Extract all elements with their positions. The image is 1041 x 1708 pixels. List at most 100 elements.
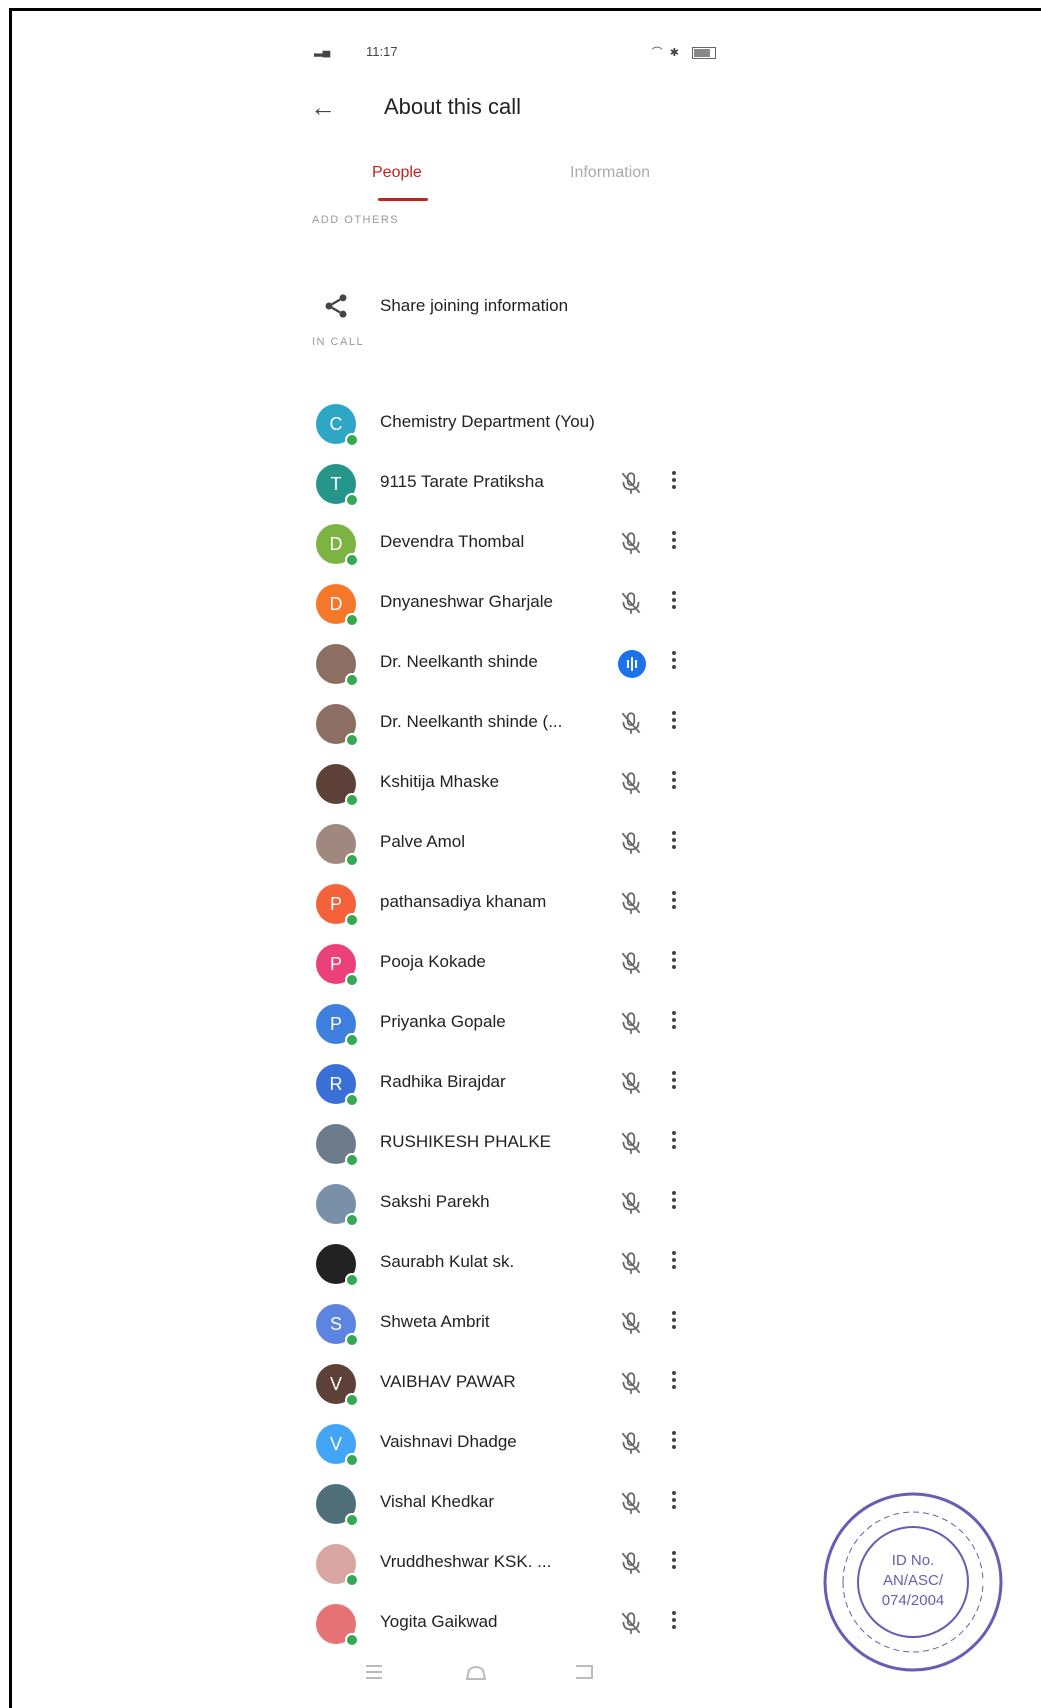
participant-name: Dnyaneshwar Gharjale — [380, 592, 553, 611]
more-options-icon[interactable] — [666, 588, 682, 618]
participant-name: Shweta Ambrit — [380, 1312, 490, 1331]
participant-row[interactable]: V VAIBHAV PAWAR — [300, 1358, 730, 1418]
participant-name: Vaishnavi Dhadge — [380, 1432, 517, 1451]
participant-row[interactable]: P Priyanka Gopale — [300, 998, 730, 1058]
participant-row[interactable]: D Devendra Thombal — [300, 518, 730, 578]
mic-off-icon — [621, 592, 641, 614]
mic-off-icon — [621, 1072, 641, 1094]
participant-row[interactable]: T 9115 Tarate Pratiksha — [300, 458, 730, 518]
svg-text:AN/ASC/: AN/ASC/ — [883, 1572, 944, 1589]
participant-name: Vruddheshwar KSK. ... — [380, 1552, 552, 1571]
tab-bar: People Information — [300, 148, 730, 201]
back-nav-icon[interactable] — [572, 1662, 596, 1682]
online-status-dot — [345, 733, 359, 747]
participant-row[interactable]: Saurabh Kulat sk. — [300, 1238, 730, 1298]
more-options-icon[interactable] — [666, 1548, 682, 1578]
participant-row[interactable]: C Chemistry Department (You) — [300, 398, 730, 458]
participant-row[interactable]: R Radhika Birajdar — [300, 1058, 730, 1118]
more-options-icon[interactable] — [666, 1068, 682, 1098]
online-status-dot — [345, 1273, 359, 1287]
tab-information[interactable]: Information — [570, 164, 650, 182]
participant-row[interactable]: Yogita Gaikwad — [300, 1598, 730, 1658]
participant-name: Chemistry Department (You) — [380, 412, 595, 431]
participant-row[interactable]: Dr. Neelkanth shinde (... — [300, 698, 730, 758]
more-options-icon[interactable] — [666, 1608, 682, 1638]
speaking-indicator-icon — [618, 650, 646, 678]
more-options-icon[interactable] — [666, 528, 682, 558]
participant-name: Saurabh Kulat sk. — [380, 1252, 515, 1271]
more-options-icon[interactable] — [666, 1428, 682, 1458]
tab-people[interactable]: People — [372, 164, 422, 182]
participant-row[interactable]: Dr. Neelkanth shinde — [300, 638, 730, 698]
more-options-icon[interactable] — [666, 1308, 682, 1338]
mic-off-icon — [621, 892, 641, 914]
online-status-dot — [345, 1093, 359, 1107]
more-options-icon[interactable] — [666, 768, 682, 798]
more-options-icon[interactable] — [666, 648, 682, 678]
phone-screen: ▂▄ 11:17 ⌒ ✱ ← About this call People In… — [300, 30, 730, 1700]
participant-row[interactable]: RUSHIKESH PHALKE — [300, 1118, 730, 1178]
online-status-dot — [345, 853, 359, 867]
mic-off-icon — [621, 1372, 641, 1394]
participant-row[interactable]: D Dnyaneshwar Gharjale — [300, 578, 730, 638]
app-header: ← About this call — [300, 88, 730, 128]
mic-off-icon — [621, 952, 641, 974]
status-bar: ▂▄ 11:17 ⌒ ✱ — [314, 44, 716, 64]
mic-off-icon — [621, 1312, 641, 1334]
mic-off-icon — [621, 1492, 641, 1514]
menu-nav-icon[interactable] — [362, 1662, 386, 1682]
mic-off-icon — [621, 712, 641, 734]
participant-name: Priyanka Gopale — [380, 1012, 506, 1031]
participant-row[interactable]: Sakshi Parekh — [300, 1178, 730, 1238]
participant-row[interactable]: Palve Amol — [300, 818, 730, 878]
online-status-dot — [345, 1213, 359, 1227]
online-status-dot — [345, 913, 359, 927]
online-status-dot — [345, 553, 359, 567]
share-joining-info-item[interactable]: Share joining information — [300, 292, 730, 332]
mic-off-icon — [621, 1612, 641, 1634]
participant-name: Dr. Neelkanth shinde — [380, 652, 538, 671]
more-options-icon[interactable] — [666, 1248, 682, 1278]
participant-row[interactable]: V Vaishnavi Dhadge — [300, 1418, 730, 1478]
battery-icon — [692, 47, 716, 60]
more-options-icon[interactable] — [666, 948, 682, 978]
home-nav-icon[interactable] — [464, 1662, 488, 1682]
more-options-icon[interactable] — [666, 1368, 682, 1398]
mic-off-icon — [621, 532, 641, 554]
participant-row[interactable]: Ppathansadiya khanam — [300, 878, 730, 938]
participant-row[interactable]: P Pooja Kokade — [300, 938, 730, 998]
participant-row[interactable]: Vishal Khedkar — [300, 1478, 730, 1538]
participant-name: 9115 Tarate Pratiksha — [380, 472, 544, 491]
more-options-icon[interactable] — [666, 1188, 682, 1218]
online-status-dot — [345, 1393, 359, 1407]
participant-name: Yogita Gaikwad — [380, 1612, 498, 1631]
mic-off-icon — [621, 1192, 641, 1214]
participant-name: VAIBHAV PAWAR — [380, 1372, 516, 1391]
more-options-icon[interactable] — [666, 1128, 682, 1158]
arrow-left-icon[interactable]: ← — [310, 92, 336, 122]
online-status-dot — [345, 613, 359, 627]
more-options-icon[interactable] — [666, 468, 682, 498]
share-icon — [325, 294, 347, 318]
online-status-dot — [345, 1153, 359, 1167]
participant-name: Devendra Thombal — [380, 532, 525, 551]
online-status-dot — [345, 1333, 359, 1347]
online-status-dot — [345, 1573, 359, 1587]
participant-row[interactable]: Kshitija Mhaske — [300, 758, 730, 818]
college-stamp: ID No. AN/ASC/ 074/2004 — [823, 1492, 1003, 1672]
more-options-icon[interactable] — [666, 1488, 682, 1518]
participant-row[interactable]: Vruddheshwar KSK. ... — [300, 1538, 730, 1598]
status-time: 11:17 — [366, 44, 398, 59]
mic-off-icon — [621, 1432, 641, 1454]
mic-off-icon — [621, 1252, 641, 1274]
more-options-icon[interactable] — [666, 828, 682, 858]
online-status-dot — [345, 493, 359, 507]
page-title: About this call — [384, 94, 521, 119]
mic-off-icon — [621, 832, 641, 854]
more-options-icon[interactable] — [666, 708, 682, 738]
more-options-icon[interactable] — [666, 1008, 682, 1038]
status-icons: ⌒ ✱ — [652, 44, 716, 60]
participant-name: Vishal Khedkar — [380, 1492, 495, 1511]
more-options-icon[interactable] — [666, 888, 682, 918]
participant-row[interactable]: S Shweta Ambrit — [300, 1298, 730, 1358]
